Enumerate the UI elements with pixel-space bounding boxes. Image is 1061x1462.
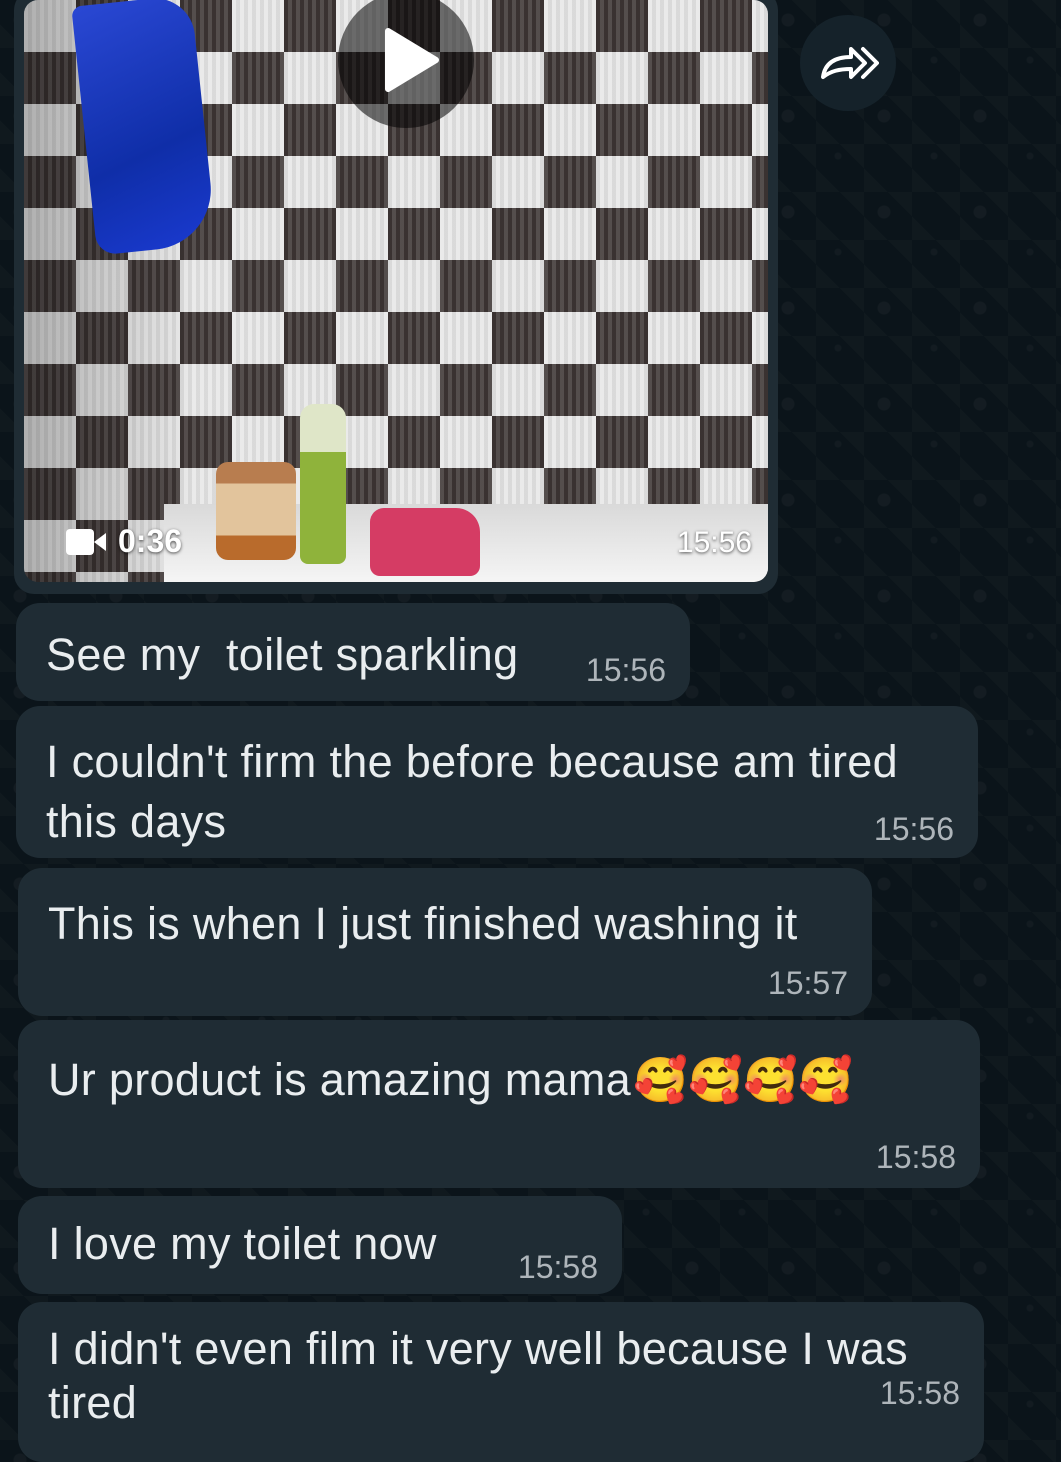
message-text: I didn't even film it very well because … [48, 1323, 921, 1428]
message-bubble[interactable]: I couldn't firm the before because am ti… [16, 706, 978, 858]
message-text-wrap: Ur product is amazing mama🥰🥰🥰🥰 [48, 1050, 853, 1111]
bottle [300, 404, 346, 564]
video-camera-icon [66, 528, 106, 555]
message-text: This is when I just finished washing it [48, 898, 798, 949]
message-time: 15:58 [879, 1375, 960, 1411]
message-text: Ur product is amazing mama [48, 1054, 631, 1105]
play-icon [385, 28, 439, 92]
message-time: 15:58 [875, 1139, 956, 1175]
video-duration-text: 0:36 [118, 523, 183, 559]
message-bubble[interactable]: Ur product is amazing mama🥰🥰🥰🥰 15:58 [18, 1020, 980, 1188]
message-time: 15:56 [873, 811, 954, 847]
message-bubble[interactable]: This is when I just finished washing it … [18, 868, 872, 1016]
message-time: 15:58 [517, 1249, 598, 1285]
video-duration: 0:36 [66, 523, 182, 560]
blue-basket [71, 0, 217, 256]
message-text: I couldn't firm the before because am ti… [46, 736, 911, 847]
message-time: 15:56 [585, 652, 666, 688]
message-bubble[interactable]: I love my toilet now 15:58 [18, 1196, 622, 1294]
message-time: 15:57 [767, 965, 848, 1001]
video-message[interactable]: 0:36 15:56 [14, 0, 778, 594]
chat-area: 0:36 15:56 See my toilet sparkling 15:56… [0, 0, 1061, 1462]
forward-button[interactable] [800, 15, 896, 111]
jar [216, 462, 296, 560]
forward-icon [821, 47, 879, 79]
message-bubble[interactable]: See my toilet sparkling 15:56 [16, 603, 690, 701]
smiling-face-with-hearts-emoji: 🥰🥰🥰🥰 [633, 1055, 854, 1106]
pink-object [370, 508, 480, 576]
message-text: See my toilet sparkling [46, 629, 519, 680]
video-timestamp: 15:56 [676, 526, 752, 559]
message-bubble[interactable]: I didn't even film it very well because … [18, 1302, 984, 1462]
message-text: I love my toilet now [48, 1218, 437, 1269]
